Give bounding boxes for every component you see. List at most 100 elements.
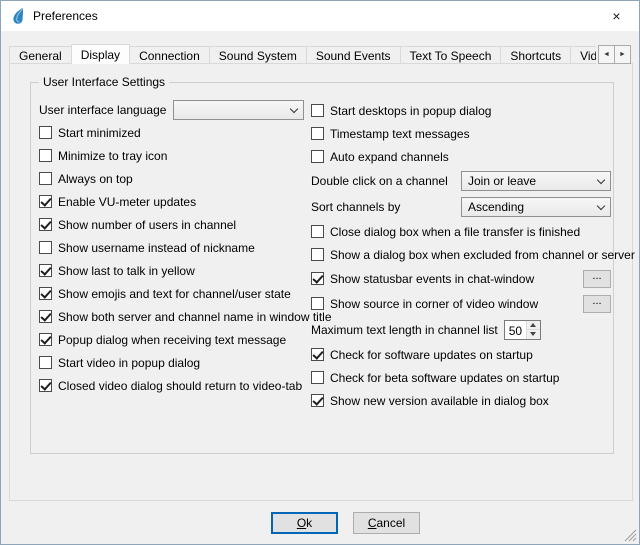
checkbox[interactable]	[39, 241, 52, 254]
tab-scroll-right-icon: ►	[619, 51, 626, 58]
statusbar-events-more-button[interactable]: ...	[583, 270, 611, 288]
checkbox-row[interactable]: Closed video dialog should return to vid…	[39, 374, 304, 397]
checkbox-row[interactable]: Always on top	[39, 167, 304, 190]
checkbox[interactable]	[39, 126, 52, 139]
checkbox-row[interactable]: Show both server and channel name in win…	[39, 305, 304, 328]
spin-up-button[interactable]	[527, 321, 540, 330]
spin-up-icon	[530, 323, 536, 327]
tab[interactable]: Display	[71, 44, 130, 64]
checkbox[interactable]	[39, 356, 52, 369]
sort-channels-row: Sort channels by Ascending	[311, 194, 611, 220]
checkbox[interactable]	[311, 104, 324, 117]
left-checkbox-list: Start minimized Minimize to tray icon Al…	[39, 121, 304, 397]
checkbox[interactable]	[311, 371, 324, 384]
close-button[interactable]: ×	[594, 1, 639, 30]
double-click-combobox[interactable]: Join or leave	[461, 171, 611, 191]
checkbox-row[interactable]: Auto expand channels	[311, 145, 611, 168]
tab-label: Sound System	[219, 49, 297, 63]
checkbox-label: Always on top	[58, 172, 133, 186]
checkbox-row[interactable]: Show emojis and text for channel/user st…	[39, 282, 304, 305]
checkbox[interactable]	[39, 195, 52, 208]
double-click-label: Double click on a channel	[311, 174, 448, 188]
checkbox-row[interactable]: Show last to talk in yellow	[39, 259, 304, 282]
tab[interactable]: General	[9, 46, 72, 64]
checkbox-label: Show last to talk in yellow	[58, 264, 195, 278]
resize-grip-icon[interactable]	[624, 529, 637, 542]
tab-scroll-control: ◄ ►	[596, 45, 631, 64]
tab[interactable]: Connection	[129, 46, 210, 64]
checkbox-label: Show a dialog box when excluded from cha…	[330, 248, 635, 262]
checkbox[interactable]	[311, 225, 324, 238]
max-text-length-label: Maximum text length in channel list	[311, 323, 498, 337]
checkbox-row[interactable]: Show a dialog box when excluded from cha…	[311, 243, 611, 266]
checkbox-label: Closed video dialog should return to vid…	[58, 379, 302, 393]
checkbox-row[interactable]: Popup dialog when receiving text message	[39, 328, 304, 351]
checkbox-label: Show source in corner of video window	[330, 297, 538, 311]
checkbox[interactable]	[311, 127, 324, 140]
title-bar[interactable]: Preferences ×	[1, 1, 639, 31]
checkbox-label: Check for software updates on startup	[330, 348, 533, 362]
checkbox-row[interactable]: Show username instead of nickname	[39, 236, 304, 259]
language-combobox[interactable]	[173, 100, 304, 120]
checkbox[interactable]	[39, 287, 52, 300]
tab-label: Display	[81, 48, 120, 62]
checkbox-row[interactable]: Start desktops in popup dialog	[311, 99, 611, 122]
statusbar-events-row[interactable]: Show statusbar events in chat-window ...	[311, 266, 611, 291]
left-column: User interface language Start minimized	[39, 99, 304, 397]
checkbox[interactable]	[311, 272, 324, 285]
checkbox-row[interactable]: Show number of users in channel	[39, 213, 304, 236]
checkbox[interactable]	[39, 333, 52, 346]
checkbox[interactable]	[39, 264, 52, 277]
tab[interactable]: Sound Events	[306, 46, 401, 64]
checkbox-row[interactable]: Check for software updates on startup	[311, 343, 611, 366]
checkbox-row[interactable]: Timestamp text messages	[311, 122, 611, 145]
checkbox[interactable]	[39, 310, 52, 323]
checkbox[interactable]	[39, 218, 52, 231]
window-title: Preferences	[33, 9, 98, 23]
checkbox-row[interactable]: Start minimized	[39, 121, 304, 144]
checkbox-label: Show emojis and text for channel/user st…	[58, 287, 291, 301]
sort-channels-label: Sort channels by	[311, 200, 400, 214]
close-icon: ×	[612, 8, 620, 24]
ok-button-label: Ok	[297, 516, 312, 530]
tab[interactable]: Text To Speech	[400, 46, 502, 64]
video-source-row[interactable]: Show source in corner of video window ..…	[311, 291, 611, 316]
checkbox[interactable]	[39, 379, 52, 392]
checkbox-label: Enable VU-meter updates	[58, 195, 196, 209]
checkbox[interactable]	[311, 394, 324, 407]
tab-scroll-right-button[interactable]: ►	[614, 45, 631, 64]
right-checkbox-list-mid: Close dialog box when a file transfer is…	[311, 220, 611, 266]
video-source-more-button[interactable]: ...	[583, 295, 611, 313]
tab-bar: General Display Connection Sound System …	[9, 44, 631, 64]
checkbox-row[interactable]: Start video in popup dialog	[39, 351, 304, 374]
group-legend: User Interface Settings	[39, 75, 169, 89]
spin-down-button[interactable]	[527, 329, 540, 339]
checkbox[interactable]	[311, 297, 324, 310]
chevron-down-icon	[290, 104, 298, 112]
checkbox-row[interactable]: Check for beta software updates on start…	[311, 366, 611, 389]
right-checkbox-list-top: Start desktops in popup dialog Timestamp…	[311, 99, 611, 168]
language-label: User interface language	[39, 103, 166, 117]
checkbox-label: Minimize to tray icon	[58, 149, 167, 163]
tab-scroll-left-button[interactable]: ◄	[598, 45, 615, 64]
checkbox-row[interactable]: Show new version available in dialog box	[311, 389, 611, 412]
checkbox-label: Show both server and channel name in win…	[58, 310, 332, 324]
cancel-button[interactable]: Cancel	[353, 512, 420, 534]
tab-list: General Display Connection Sound System …	[9, 44, 631, 64]
checkbox[interactable]	[311, 248, 324, 261]
checkbox-label: Check for beta software updates on start…	[330, 371, 559, 385]
checkbox[interactable]	[311, 348, 324, 361]
ok-button[interactable]: Ok	[271, 512, 338, 534]
right-checkbox-list-bottom: Check for software updates on startup Ch…	[311, 343, 611, 412]
sort-channels-combobox[interactable]: Ascending	[461, 197, 611, 217]
checkbox-row[interactable]: Enable VU-meter updates	[39, 190, 304, 213]
tab[interactable]: Sound System	[209, 46, 307, 64]
tab[interactable]: Shortcuts	[500, 46, 571, 64]
max-text-length-spinbox[interactable]: 50	[504, 320, 541, 340]
checkbox[interactable]	[39, 149, 52, 162]
checkbox-row[interactable]: Minimize to tray icon	[39, 144, 304, 167]
checkbox[interactable]	[39, 172, 52, 185]
checkbox[interactable]	[311, 150, 324, 163]
sort-channels-value: Ascending	[468, 200, 594, 214]
checkbox-row[interactable]: Close dialog box when a file transfer is…	[311, 220, 611, 243]
